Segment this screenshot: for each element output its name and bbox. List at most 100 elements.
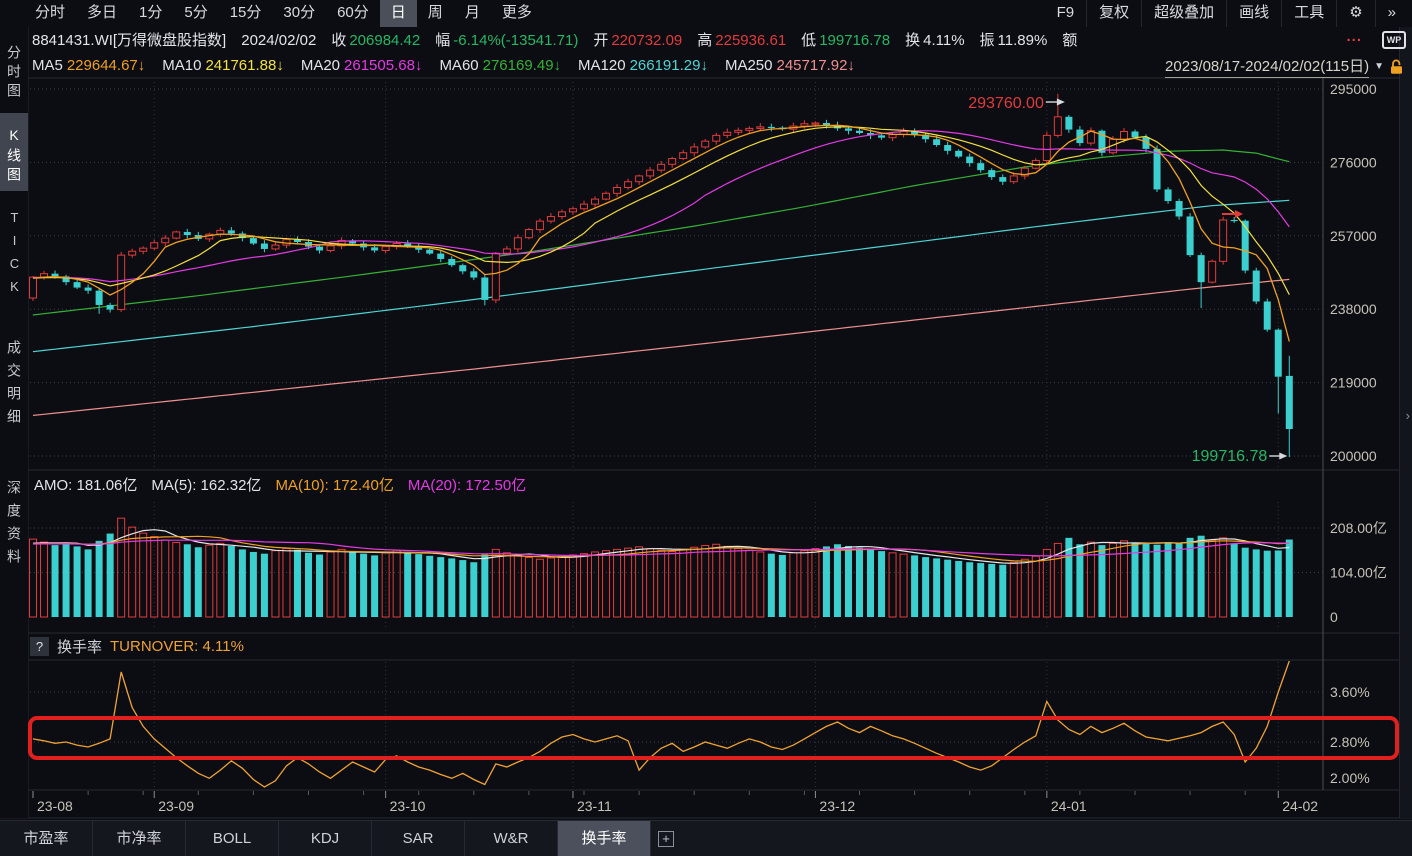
turnover-axis-label: 2.80% <box>1330 734 1370 750</box>
quote-field-label: 开 <box>593 32 608 49</box>
help-icon[interactable]: ? <box>30 637 49 656</box>
sidebar-item-分时图[interactable]: 分时图 <box>0 33 28 113</box>
toolbar-action-超级叠加[interactable]: 超级叠加 <box>1141 0 1226 27</box>
amo-legend-item: MA(10): 172.40亿 <box>275 474 393 498</box>
period-tab-周[interactable]: 周 <box>417 0 454 27</box>
high-price-annotation: 293760.00 <box>968 95 1044 112</box>
chevron-down-icon[interactable]: ▼ <box>1374 61 1384 72</box>
x-axis-label: 24-02 <box>1282 798 1318 814</box>
toolbar-action-复权[interactable]: 复权 <box>1086 0 1141 27</box>
indicator-tab-市盈率[interactable]: 市盈率 <box>0 821 93 856</box>
period-tab-日[interactable]: 日 <box>380 0 417 27</box>
price-axis-label: 238000 <box>1330 301 1377 317</box>
ma-legend-MA10: MA10241761.88↓ <box>162 54 284 78</box>
volume-axis-label: 104.00亿 <box>1330 565 1387 581</box>
quote-field-label: 幅 <box>435 32 450 49</box>
period-tab-1分[interactable]: 1分 <box>128 0 173 27</box>
quote-field-label: 低 <box>801 32 816 49</box>
date-range-selector[interactable]: 2023/08/17-2024/02/02(115日) ▼ <box>1165 55 1404 78</box>
period-tab-更多[interactable]: 更多 <box>491 0 543 27</box>
ma250-line <box>33 279 1289 415</box>
add-indicator-button[interactable]: + <box>651 821 681 856</box>
period-tab-多日[interactable]: 多日 <box>76 0 128 27</box>
toolbar-action-F9[interactable]: F9 <box>1045 0 1087 27</box>
quote-field-value: -6.14%(-13541.71) <box>453 32 578 49</box>
overflow-icon[interactable]: » <box>1375 0 1408 27</box>
ma-legend-MA60: MA60276169.49↓ <box>439 54 561 78</box>
ma-legend-MA250: MA250245717.92↓ <box>725 54 855 78</box>
wind-wp-icon[interactable]: WP <box>1382 31 1406 49</box>
ma-legend-MA120: MA120266191.29↓ <box>578 54 708 78</box>
ma-legend-value: 229644.67↓ <box>67 57 145 74</box>
unlock-icon[interactable] <box>1389 59 1404 75</box>
quote-field-value: 220732.09 <box>611 32 682 49</box>
period-tab-分时[interactable]: 分时 <box>24 0 76 27</box>
indicator-tab-换手率[interactable]: 换手率 <box>558 821 651 856</box>
toolbar-action-工具[interactable]: 工具 <box>1281 0 1336 27</box>
amo-legend-item: AMO: 181.06亿 <box>34 474 137 498</box>
ma-legend-MA20: MA20261505.68↓ <box>301 54 423 78</box>
period-tab-月[interactable]: 月 <box>454 0 491 27</box>
quote-date: 2024/02/02 <box>241 28 316 54</box>
ma-legend-row: MA5229644.67↓MA10241761.88↓MA20261505.68… <box>32 54 855 78</box>
gear-icon[interactable]: ⚙ <box>1336 0 1374 27</box>
amo-legend-item: MA(5): 162.32亿 <box>151 474 261 498</box>
sidebar-item-K线图[interactable]: K线图 <box>0 113 28 191</box>
x-axis-label: 23-11 <box>577 798 612 814</box>
quote-field-value: 4.11% <box>923 32 964 49</box>
period-tab-60分[interactable]: 60分 <box>326 0 380 27</box>
volume-axis-label: 0 <box>1330 609 1338 625</box>
sidebar-item-TICK[interactable]: TICK <box>0 197 28 315</box>
indicator-tab-BOLL[interactable]: BOLL <box>186 821 279 856</box>
ma-legend-value: 261505.68↓ <box>344 57 422 74</box>
quote-field-额: 额 <box>1062 28 1080 54</box>
chevron-right-icon[interactable]: › <box>1406 408 1410 423</box>
quote-field-高: 高225936.61 <box>697 28 786 54</box>
quote-field-value: 11.89% <box>998 32 1048 49</box>
turnover-axis-label: 3.60% <box>1330 684 1370 700</box>
quote-field-label: 额 <box>1062 32 1077 49</box>
indicator-tab-W&R[interactable]: W&R <box>465 821 558 856</box>
plus-icon[interactable]: + <box>658 831 674 847</box>
ma-legend-label: MA20 <box>301 57 340 74</box>
left-view-sidebar: 分时图K线图 TICK成交明细深度资料 <box>0 27 28 818</box>
period-toolbar: 分时多日1分5分15分30分60分日周月更多 <box>24 0 543 27</box>
indicator-tab-SAR[interactable]: SAR <box>372 821 465 856</box>
quote-field-开: 开220732.09 <box>593 28 682 54</box>
quote-field-振: 振11.89% <box>980 28 1048 54</box>
sidebar-item-深度资料[interactable]: 深度资料 <box>0 455 28 597</box>
quote-field-幅: 幅-6.14%(-13541.71) <box>435 28 578 54</box>
price-axis-label: 200000 <box>1330 448 1377 464</box>
low-price-annotation: 199716.78 <box>1192 448 1268 465</box>
quote-row: 8841431.WI[万得微盘股指数] 2024/02/02 收206984.4… <box>32 28 1080 54</box>
ma-legend-label: MA10 <box>162 57 201 74</box>
ma-legend-value: 245717.92↓ <box>777 57 855 74</box>
period-tab-15分[interactable]: 15分 <box>219 0 273 27</box>
quote-field-value: 206984.42 <box>349 32 420 49</box>
quote-field-低: 低199716.78 <box>801 28 890 54</box>
amo-legend-item: MA(20): 172.50亿 <box>408 474 526 498</box>
quote-field-换: 换4.11% <box>905 28 964 54</box>
period-tab-30分[interactable]: 30分 <box>272 0 326 27</box>
sidebar-item-成交明细[interactable]: 成交明细 <box>0 317 28 455</box>
ma-legend-label: MA120 <box>578 57 626 74</box>
quote-field-label: 换 <box>905 32 920 49</box>
amo-legend-row: AMO: 181.06亿 MA(5): 162.32亿 MA(10): 172.40… <box>34 474 526 498</box>
period-tab-5分[interactable]: 5分 <box>173 0 218 27</box>
date-range-text[interactable]: 2023/08/17-2024/02/02(115日) <box>1165 55 1369 78</box>
quote-field-label: 高 <box>697 32 712 49</box>
x-axis-label: 23-09 <box>158 798 194 814</box>
turnover-line <box>33 661 1289 787</box>
volume-bars <box>30 518 1293 617</box>
indicator-tab-KDJ[interactable]: KDJ <box>279 821 372 856</box>
quote-field-label: 收 <box>331 32 346 49</box>
ma120-line <box>33 200 1289 351</box>
turnover-axis-label: 2.00% <box>1330 770 1370 786</box>
quote-field-收: 收206984.42 <box>331 28 420 54</box>
quote-field-value: 199716.78 <box>819 32 890 49</box>
drawing-red-arrowhead <box>1235 210 1243 218</box>
indicator-tab-市净率[interactable]: 市净率 <box>93 821 186 856</box>
price-axis-label: 219000 <box>1330 375 1377 391</box>
toolbar-action-画线[interactable]: 画线 <box>1226 0 1281 27</box>
kline-chart-canvas[interactable]: 295000276000257000238000219000200000208.… <box>0 0 1412 856</box>
